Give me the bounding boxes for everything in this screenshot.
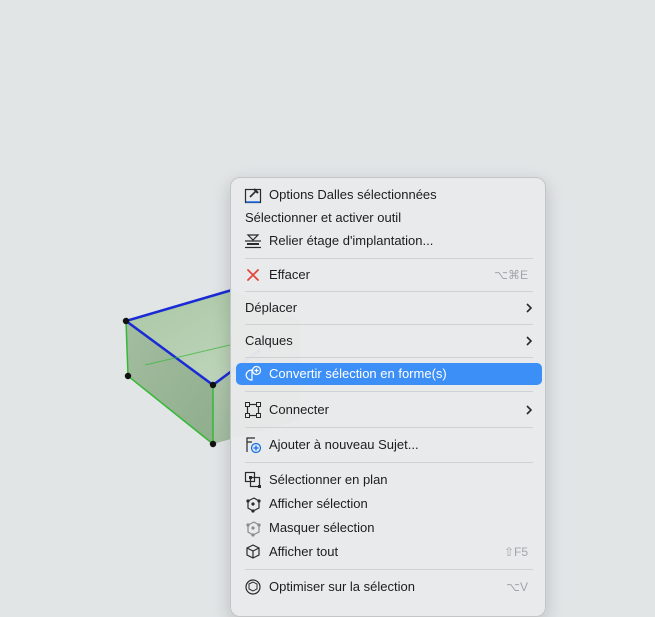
convert-to-morph-icon	[244, 365, 262, 383]
menu-separator	[245, 357, 533, 358]
menu-item-delete[interactable]: Effacer ⌥⌘E	[236, 264, 542, 286]
menu-item-label: Effacer	[269, 267, 310, 282]
show-all-icon	[244, 543, 262, 561]
menu-item-slab-options[interactable]: Options Dalles sélectionnées	[236, 184, 542, 206]
menu-item-label: Ajouter à nouveau Sujet...	[269, 437, 419, 452]
menu-item-label: Masquer sélection	[269, 520, 375, 535]
menu-separator	[245, 324, 533, 325]
delete-x-icon	[244, 266, 262, 284]
slab-options-icon	[244, 186, 262, 204]
menu-item-label: Sélectionner en plan	[269, 472, 388, 487]
chevron-right-icon	[524, 330, 534, 352]
menu-item-label: Sélectionner et activer outil	[245, 210, 402, 225]
connect-icon	[244, 401, 262, 419]
menu-item-label: Déplacer	[245, 300, 298, 315]
menu-item-add-to-issue[interactable]: Ajouter à nouveau Sujet...	[236, 434, 542, 456]
shortcut-label: ⌥⌘E	[494, 268, 528, 282]
chevron-right-icon	[524, 297, 534, 319]
add-issue-icon	[244, 436, 262, 454]
chevron-right-icon	[524, 399, 534, 421]
shortcut-label: ⇧F5	[503, 545, 528, 559]
menu-item-label: Optimiser sur la sélection	[269, 579, 415, 594]
menu-item-layers[interactable]: Calques	[236, 330, 542, 352]
menu-item-label: Connecter	[269, 402, 329, 417]
hide-selection-icon	[244, 519, 262, 537]
menu-separator	[245, 462, 533, 463]
menu-item-select-in-plan[interactable]: Sélectionner en plan	[236, 469, 542, 491]
menu-separator	[245, 569, 533, 570]
menu-item-move[interactable]: Déplacer	[236, 297, 542, 319]
menu-item-label: Convertir sélection en forme(s)	[269, 366, 447, 381]
menu-item-label: Afficher tout	[269, 544, 339, 559]
menu-item-convert-to-morph[interactable]: Convertir sélection en forme(s)	[236, 363, 542, 385]
show-selection-icon	[244, 495, 262, 513]
menu-separator	[245, 391, 533, 392]
menu-item-select-activate-tool[interactable]: Sélectionner et activer outil	[236, 207, 542, 229]
menu-item-link-home-story[interactable]: Relier étage d'implantation...	[236, 230, 542, 252]
shortcut-label: ⌥V	[506, 580, 528, 594]
menu-item-connect[interactable]: Connecter	[236, 399, 542, 421]
menu-separator	[245, 427, 533, 428]
menu-item-show-selection[interactable]: Afficher sélection	[236, 493, 542, 515]
select-in-plan-icon	[244, 471, 262, 489]
menu-item-show-all[interactable]: Afficher tout ⇧F5	[236, 541, 542, 563]
home-story-icon	[244, 232, 262, 250]
optimize-selection-icon	[244, 578, 262, 596]
menu-item-hide-selection[interactable]: Masquer sélection	[236, 517, 542, 539]
menu-item-label: Calques	[245, 333, 293, 348]
menu-item-optimize-selection[interactable]: Optimiser sur la sélection ⌥V	[236, 576, 542, 598]
menu-item-label: Relier étage d'implantation...	[269, 233, 434, 248]
menu-separator	[245, 291, 533, 292]
menu-separator	[245, 258, 533, 259]
menu-item-label: Options Dalles sélectionnées	[269, 187, 437, 202]
context-menu: Options Dalles sélectionnées Sélectionne…	[230, 177, 546, 617]
menu-item-label: Afficher sélection	[269, 496, 368, 511]
